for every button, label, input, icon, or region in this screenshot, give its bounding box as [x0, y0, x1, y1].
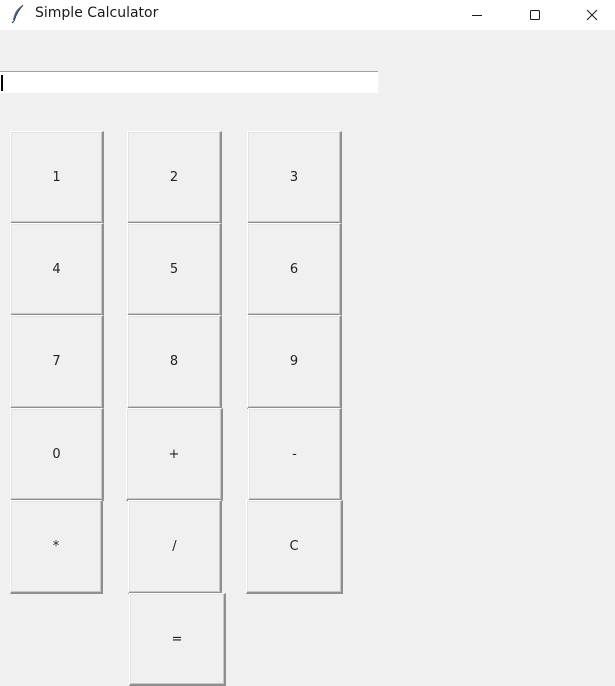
key-4[interactable]: 4	[10, 223, 104, 316]
display-entry[interactable]	[0, 71, 378, 93]
key-3[interactable]: 3	[247, 131, 342, 224]
key-multiply[interactable]: *	[10, 500, 103, 594]
key-7[interactable]: 7	[10, 315, 104, 409]
calculator-body: 1 2 3 4 5 6 7 8 9 0 + - * / C =	[0, 30, 615, 686]
key-minus[interactable]: -	[248, 408, 342, 501]
minimize-icon	[471, 6, 483, 25]
key-9[interactable]: 9	[247, 315, 342, 409]
key-2[interactable]: 2	[127, 131, 222, 224]
title-bar[interactable]: Simple Calculator	[0, 0, 615, 30]
maximize-button[interactable]	[512, 0, 558, 30]
feather-icon	[9, 4, 27, 24]
key-1[interactable]: 1	[10, 131, 104, 224]
close-button[interactable]	[569, 0, 615, 30]
key-divide[interactable]: /	[128, 500, 222, 594]
key-0[interactable]: 0	[10, 408, 104, 501]
key-5[interactable]: 5	[127, 223, 222, 316]
key-clear[interactable]: C	[246, 500, 343, 594]
minimize-button[interactable]	[454, 0, 500, 30]
maximize-icon	[529, 6, 541, 25]
key-equals[interactable]: =	[129, 593, 226, 686]
key-6[interactable]: 6	[247, 223, 342, 316]
window-title: Simple Calculator	[35, 5, 159, 21]
close-icon	[586, 6, 598, 25]
key-8[interactable]: 8	[127, 315, 222, 409]
key-plus[interactable]: +	[126, 408, 223, 501]
text-cursor	[1, 75, 3, 91]
